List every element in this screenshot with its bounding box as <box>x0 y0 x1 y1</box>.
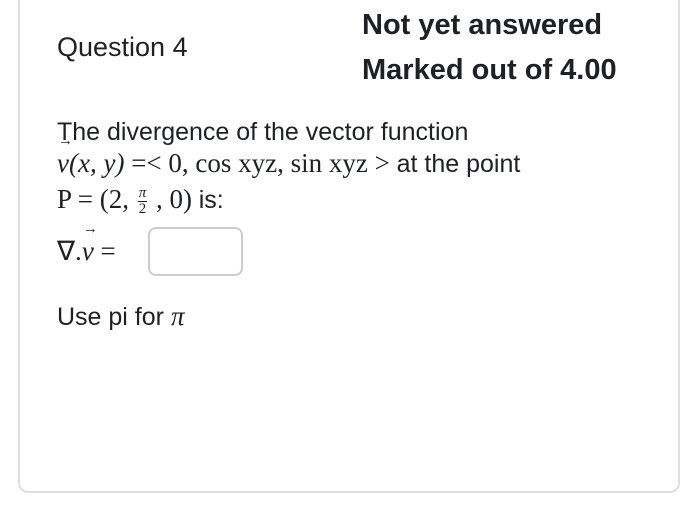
pi-symbol: π <box>170 301 185 331</box>
answer-label: ∇.v = <box>57 221 116 267</box>
vector-v-symbol-2: v <box>82 221 98 267</box>
close-bracket: > <box>374 148 390 178</box>
pi-over-two-fraction: π 2 <box>137 185 148 218</box>
fraction-denominator: 2 <box>138 201 147 218</box>
vector-function-expression: v(x, y) =< 0, cos xyz, sin xyz > <box>57 133 397 179</box>
fraction-numerator: π <box>137 185 148 203</box>
nabla-symbol: ∇. <box>57 236 82 266</box>
vector-v-symbol: v <box>57 133 73 179</box>
hint-prefix: Use pi for <box>57 303 164 331</box>
answer-input[interactable] <box>148 227 243 276</box>
prompt-line-2: v(x, y) =< 0, cos xyz, sin xyz > at the … <box>57 133 521 179</box>
is-text: is: <box>198 186 224 214</box>
at-the-point-text: at the point <box>396 150 521 178</box>
question-number: Question 4 <box>57 32 188 62</box>
hint-text: Use pi for π <box>57 301 184 332</box>
point-expression: P = (2, π 2 , 0) <box>57 184 199 218</box>
vector-args: (x, y) <box>68 148 125 178</box>
question-state: Not yet answered <box>362 9 603 41</box>
vector-components: 0, cos xyz, sin xyz <box>168 148 368 178</box>
prompt-line-3: P = (2, π 2 , 0) is: <box>57 184 224 217</box>
prompt-line-1: The divergence of the vector function <box>57 118 469 146</box>
equals-open-bracket: =< <box>131 148 162 178</box>
answer-equals: = <box>100 236 116 266</box>
question-grade: Marked out of 4.00 <box>362 54 617 86</box>
point-suffix: , 0) <box>156 184 192 214</box>
point-prefix: P = (2, <box>57 184 129 214</box>
